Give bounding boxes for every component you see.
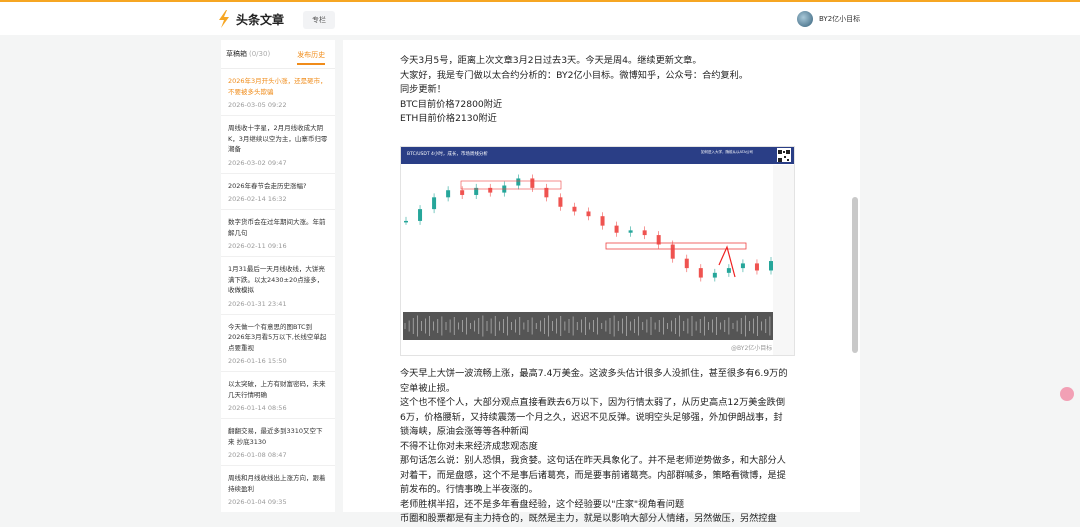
candle-body <box>460 190 465 195</box>
candle-body <box>614 225 619 233</box>
intro-line: BTC目前价格72800附近 <box>400 98 503 110</box>
intro-line: 大家好，我是专门做以太合约分析的：BY2亿小目标。微博知乎，公众号：合约复利。 <box>400 69 749 81</box>
history-item[interactable]: 以太突破，上方有财富密码，未来几天行情明确 2026-01-14 08:56 <box>221 372 335 419</box>
candle-body <box>530 178 535 188</box>
history-item[interactable]: 翻翻交易，最近多到3310又空下来 抄底3130 2026-01-08 08:47 <box>221 419 335 466</box>
lightning-icon <box>219 10 229 28</box>
history-list: 2026年3月开头小涨，还是砸市，不要被多头欺骗 2026-03-05 09:22… <box>221 69 335 512</box>
history-item-date: 2026-01-04 09:35 <box>228 498 287 506</box>
body-line: 这个也不怪个人，大部分观点直接看跌去6万以下，因为行情太弱了，从历史高点12万美… <box>400 397 786 437</box>
candle-body <box>404 220 408 223</box>
body-line: 那句话怎么说：别人恐惧，我贪婪。这句话在昨天具象化了。并不是老师逆势做多，和大部… <box>400 455 786 495</box>
body-line: 不得不让你对未来经济成悲观态度 <box>400 440 538 452</box>
history-item[interactable]: 周线收十字星，2月月线收成大阴K，3月继续以空为主，山寨币归零潮备 2026-03… <box>221 116 335 174</box>
intro-line: 同步更新！ <box>400 84 446 95</box>
user-name[interactable]: BY2亿小目标 <box>819 14 860 24</box>
history-item[interactable]: 数字货币会在过年期间大涨。年前解几句 2026-02-11 09:16 <box>221 210 335 257</box>
candle-body <box>446 190 451 198</box>
avatar[interactable] <box>797 11 813 27</box>
history-item[interactable]: 2026年春节会走历史涨幅? 2026-02-14 16:32 <box>221 174 335 210</box>
candle-body <box>769 261 773 271</box>
chart-plot <box>403 165 794 355</box>
article-intro: 今天3月5号，距离上次文章3月2日过去3天。今天是周4。继续更新文章。大家好，我… <box>400 54 790 127</box>
intro-line: 今天3月5号，距离上次文章3月2日过去3天。今天是周4。继续更新文章。 <box>400 55 702 66</box>
candle-body <box>740 263 745 269</box>
history-item-date: 2026-01-14 08:56 <box>228 404 287 412</box>
history-item-title[interactable]: 今天做一个有意思的图BTC到2026年3月看5万以下,长线空单起点要重视 <box>228 322 328 354</box>
history-item-title[interactable]: 2026年春节会走历史涨幅? <box>228 181 328 192</box>
candle-body <box>628 230 633 233</box>
article-history-sidebar: 草稿箱 (0/30) 发布历史 2026年3月开头小涨，还是砸市，不要被多头欺骗 2… <box>221 40 335 512</box>
sidebar-tabs: 草稿箱 (0/30) 发布历史 <box>221 40 335 69</box>
history-item-title[interactable]: 2026年3月开头小涨，还是砸市，不要被多头欺骗 <box>228 76 328 97</box>
history-item-title[interactable]: 周线和月线收线出上涨方向，跟着持续盈利 <box>228 473 328 494</box>
column-tag-button[interactable]: 专栏 <box>303 11 335 29</box>
assistant-float-icon[interactable] <box>1060 387 1074 401</box>
article-chart-image: BTC/USDT 4小时，成长，市场周线分析 如何进入大学，随前从以ATA公司 … <box>400 146 795 356</box>
body-line: 今天早上大饼一波流畅上涨，最高7.4万美金。这波多头估计很多人没抓住，甚至很多有… <box>400 368 788 394</box>
history-item-date: 2026-03-02 09:47 <box>228 158 287 167</box>
article-body: 今天早上大饼一波流畅上涨，最高7.4万美金。这波多头估计很多人没抓住，甚至很多有… <box>400 367 790 527</box>
candle-body <box>684 258 689 269</box>
price-axis <box>773 165 794 355</box>
history-item-date: 2026-02-11 09:16 <box>228 242 287 250</box>
scrollbar[interactable] <box>852 42 858 512</box>
candle-body <box>712 272 717 278</box>
logo-text: 头条文章 <box>236 12 285 27</box>
history-item-date: 2026-02-14 16:32 <box>228 195 287 203</box>
candle-body <box>754 263 759 271</box>
history-item-date: 2026-01-31 23:41 <box>228 299 287 308</box>
candle-body <box>642 230 647 236</box>
history-item-date: 2026-01-16 15:50 <box>228 357 287 365</box>
chart-watermark: @BY2亿小目标 <box>731 345 773 352</box>
history-item-title[interactable]: 以太突破，上方有财富密码，未来几天行情明确 <box>228 379 328 400</box>
candle-body <box>516 178 521 186</box>
body-line: 币圈和股票都是有主力持仓的，既然是主力，就是以影响大部分人情绪，另然做压，另然控… <box>400 513 777 524</box>
intro-line: ETH目前价格2130附近 <box>400 113 497 124</box>
tab-drafts[interactable]: 草稿箱 (0/30) <box>226 49 270 59</box>
history-item-title[interactable]: 周线收十字星，2月月线收成大阴K，3月继续以空为主，山寨币归零潮备 <box>228 123 328 155</box>
candle-body <box>670 244 675 259</box>
history-item-date: 2026-01-08 08:47 <box>228 451 287 459</box>
candle-body <box>726 268 731 273</box>
candle-body <box>572 206 577 212</box>
candle-body <box>418 209 423 221</box>
top-bar: 头条文章 专栏 BY2亿小目标 <box>0 0 1080 35</box>
history-item[interactable]: 2026年3月开头小涨，还是砸市，不要被多头欺骗 2026-03-05 09:22 <box>221 69 335 116</box>
history-item-title[interactable]: 1月31最后一天月线收线，大饼亮满下跌。以太2430±20点接多，收做模拟 <box>228 264 328 296</box>
candle-body <box>558 197 563 207</box>
candle-body <box>600 216 605 226</box>
tab-publish-history[interactable]: 发布历史 <box>297 50 326 65</box>
candle-body <box>698 268 703 278</box>
history-item-date: 2026-03-05 09:22 <box>228 101 287 109</box>
candle-body <box>432 197 437 210</box>
user-menu[interactable]: BY2亿小目标 <box>797 11 860 27</box>
resistance-box <box>605 242 747 250</box>
candle-body <box>586 211 591 217</box>
body-line: 老师胜棋半招，还不是多年看盘经验，这个经验要以"庄家"视角看问题 <box>400 498 685 510</box>
tab-drafts-count: (0/30) <box>249 50 271 58</box>
history-item[interactable]: 周线和月线收线出上涨方向，跟着持续盈利 2026-01-04 09:35 <box>221 466 335 512</box>
tab-drafts-label: 草稿箱 <box>226 50 247 58</box>
scrollbar-thumb[interactable] <box>852 197 858 353</box>
history-item-title[interactable]: 数字货币会在过年期间大涨。年前解几句 <box>228 217 328 238</box>
logo[interactable]: 头条文章 <box>217 10 284 28</box>
history-item[interactable]: 今天做一个有意思的图BTC到2026年3月看5万以下,长线空单起点要重视 2026… <box>221 315 335 372</box>
history-item[interactable]: 1月31最后一天月线收线，大饼亮满下跌。以太2430±20点接多，收做模拟 202… <box>221 257 335 315</box>
candle-body <box>488 187 493 193</box>
history-item-title[interactable]: 翻翻交易，最近多到3310又空下来 抄底3130 <box>228 426 328 447</box>
